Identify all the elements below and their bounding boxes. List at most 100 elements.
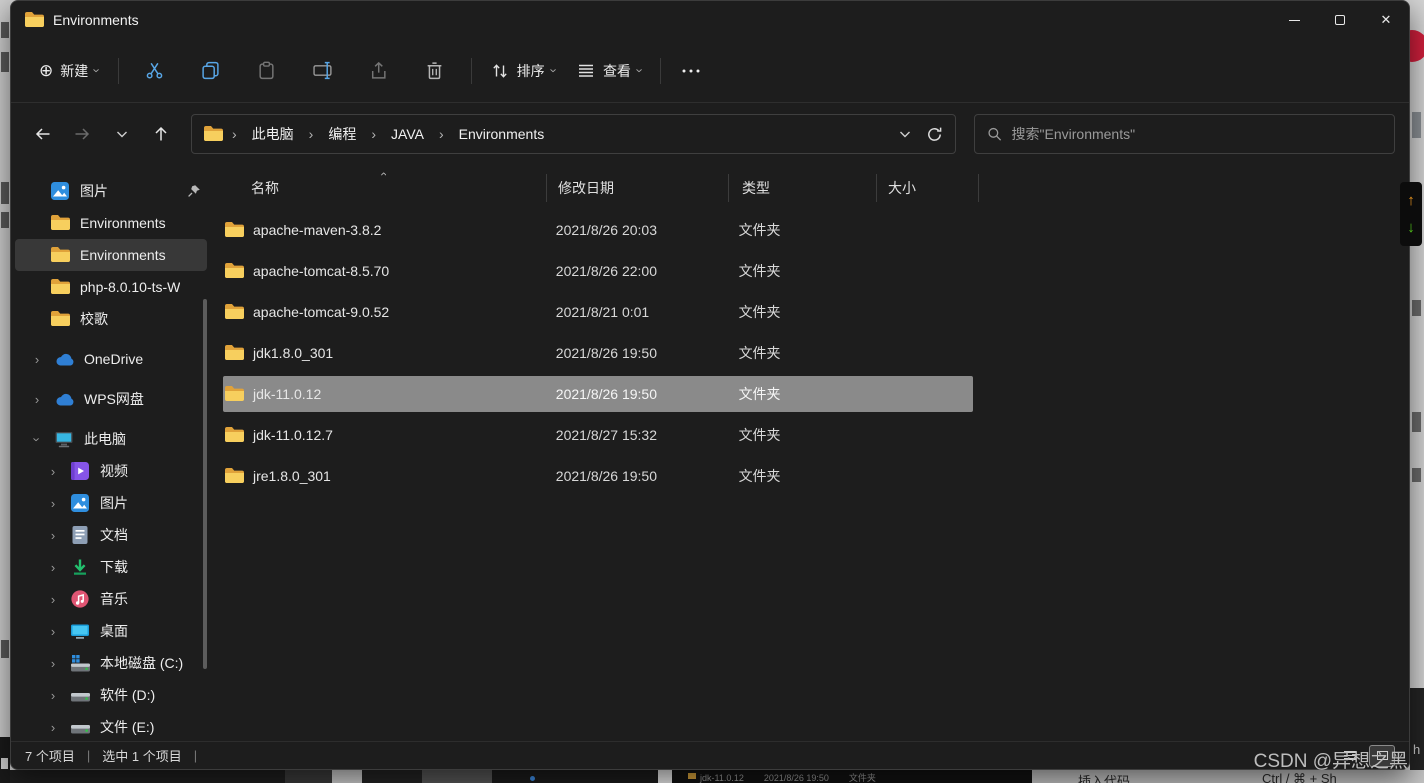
background-band <box>10 770 285 783</box>
copy-button[interactable] <box>183 52 239 90</box>
forward-button[interactable] <box>65 116 101 152</box>
watermark: CSDN @异想之黑 <box>1254 746 1408 773</box>
file-list: › 名称 修改日期 类型 大小 apache-maven-3.8.2 2021/… <box>211 167 1409 741</box>
sidebar-item-onedrive[interactable]: › OneDrive <box>15 343 207 375</box>
folder-icon <box>51 214 70 232</box>
command-bar: ⊕ 新建 › <box>11 39 1409 103</box>
sidebar-item-drive-e[interactable]: › 文件 (E:) <box>15 711 207 743</box>
file-row-jdk11-7[interactable]: jdk-11.0.12.7 2021/8/27 15:32 文件夹 <box>223 414 973 455</box>
chevron-right-icon[interactable]: › <box>45 688 61 703</box>
mini-folder-icon <box>688 773 696 779</box>
maximize-button[interactable] <box>1317 1 1363 39</box>
rename-button[interactable] <box>295 52 351 90</box>
scroll-down-icon[interactable]: ↓ <box>1407 220 1415 235</box>
sidebar-item-pictures[interactable]: › 图片 <box>15 487 207 519</box>
this-pc-icon <box>55 430 74 448</box>
sidebar-item-drive-d[interactable]: › 软件 (D:) <box>15 679 207 711</box>
sidebar-item-drive-c[interactable]: › 本地磁盘 (C:) <box>15 647 207 679</box>
videos-icon <box>71 462 90 480</box>
back-button[interactable] <box>25 116 61 152</box>
file-row-jre18[interactable]: jre1.8.0_301 2021/8/26 19:50 文件夹 <box>223 455 973 496</box>
folder-icon <box>225 468 244 484</box>
chevron-right-icon[interactable]: › <box>45 592 61 607</box>
folder-icon <box>204 126 223 142</box>
delete-button[interactable] <box>407 52 463 90</box>
scroll-widget: ↑ ↓ <box>1400 182 1422 246</box>
sidebar-item-downloads[interactable]: › 下载 <box>15 551 207 583</box>
new-button[interactable]: ⊕ 新建 › <box>29 53 110 89</box>
breadcrumb-this-pc[interactable]: 此电脑 <box>246 121 300 147</box>
file-row-jdk18[interactable]: jdk1.8.0_301 2021/8/26 19:50 文件夹 <box>223 332 973 373</box>
sidebar-scrollbar[interactable] <box>203 299 207 669</box>
paste-icon <box>257 61 276 80</box>
title-bar: Environments ✕ <box>11 1 1409 39</box>
column-divider[interactable] <box>546 174 547 202</box>
breadcrumb-environments[interactable]: Environments <box>453 123 551 145</box>
sidebar-item-environments-selected[interactable]: Environments <box>15 239 207 271</box>
file-row-apache-tomcat-8[interactable]: apache-tomcat-8.5.70 2021/8/26 22:00 文件夹 <box>223 250 973 291</box>
recent-locations-button[interactable] <box>104 116 140 152</box>
sidebar-item-desktop[interactable]: › 桌面 <box>15 615 207 647</box>
sidebar-item-xiaoge[interactable]: 校歌 <box>15 303 207 335</box>
selection-count: 选中 1 个项目 <box>102 746 181 765</box>
rename-icon <box>313 61 333 80</box>
sidebar-item-music[interactable]: › 音乐 <box>15 583 207 615</box>
sidebar-item-documents[interactable]: › 文档 <box>15 519 207 551</box>
chevron-down-icon: › <box>91 68 104 72</box>
chevron-right-icon[interactable]: › <box>45 560 61 575</box>
minimize-button[interactable] <box>1271 1 1317 39</box>
column-header-name[interactable]: 名称 <box>223 178 558 198</box>
sidebar-item-pictures-pinned[interactable]: 图片 <box>15 175 207 207</box>
chevron-right-icon[interactable]: › <box>29 392 45 407</box>
column-header-date[interactable]: 修改日期 <box>558 178 742 198</box>
close-button[interactable]: ✕ <box>1363 1 1409 39</box>
chevron-right-icon[interactable]: › <box>45 528 61 543</box>
column-header-size[interactable]: 大小 <box>888 178 978 198</box>
view-button[interactable]: 查看 › <box>566 53 652 89</box>
minimize-icon <box>1289 20 1300 21</box>
column-header-type[interactable]: 类型 <box>742 178 888 198</box>
sidebar-item-this-pc[interactable]: › 此电脑 <box>15 423 207 455</box>
more-button[interactable] <box>669 52 713 90</box>
refresh-icon[interactable] <box>926 126 943 143</box>
breadcrumb-coding[interactable]: 编程 <box>322 121 362 147</box>
breadcrumb-java[interactable]: JAVA <box>385 123 430 145</box>
sidebar-item-environments[interactable]: Environments <box>15 207 207 239</box>
window-controls: ✕ <box>1271 1 1409 39</box>
search-icon <box>987 126 1002 142</box>
chevron-right-icon[interactable]: › <box>45 720 61 735</box>
up-button[interactable] <box>144 116 180 152</box>
paste-button[interactable] <box>239 52 295 90</box>
breadcrumb-chevron-icon: › <box>436 126 447 142</box>
sidebar-item-php[interactable]: php-8.0.10-ts-W <box>15 271 207 303</box>
column-divider[interactable] <box>876 174 877 202</box>
background-mini-row: jdk-11.0.12 2021/8/26 19:50 文件夹 <box>672 770 1032 783</box>
sidebar-item-wps-cloud[interactable]: › WPS网盘 <box>15 383 207 415</box>
column-divider[interactable] <box>728 174 729 202</box>
background-insert-code-fragment: 插入代码 <box>1078 771 1130 783</box>
search-input[interactable] <box>1012 126 1382 142</box>
chevron-right-icon[interactable]: › <box>45 496 61 511</box>
view-label: 查看 <box>603 61 631 81</box>
sort-button[interactable]: 排序 › <box>480 53 566 89</box>
address-bar[interactable]: › 此电脑 › 编程 › JAVA › Environments <box>191 114 956 154</box>
column-divider[interactable] <box>978 174 979 202</box>
list-header: › 名称 修改日期 类型 大小 <box>223 167 1409 209</box>
cut-button[interactable] <box>127 52 183 90</box>
scroll-up-icon[interactable]: ↑ <box>1407 193 1415 208</box>
file-row-apache-tomcat-9[interactable]: apache-tomcat-9.0.52 2021/8/21 0:01 文件夹 <box>223 291 973 332</box>
chevron-right-icon[interactable]: › <box>45 624 61 639</box>
file-row-apache-maven[interactable]: apache-maven-3.8.2 2021/8/26 20:03 文件夹 <box>223 209 973 250</box>
folder-icon <box>51 278 70 296</box>
share-button[interactable] <box>351 52 407 90</box>
chevron-right-icon[interactable]: › <box>29 352 45 367</box>
sidebar-item-videos[interactable]: › 视频 <box>15 455 207 487</box>
chevron-down-icon[interactable]: › <box>30 431 45 447</box>
chevron-right-icon[interactable]: › <box>45 656 61 671</box>
content-area: 图片 Environments Environments php-8.0.10-… <box>11 167 1409 741</box>
address-dropdown-icon[interactable] <box>898 127 912 141</box>
breadcrumb-chevron-icon: › <box>368 126 379 142</box>
file-row-jdk11-selected[interactable]: jdk-11.0.12 2021/8/26 19:50 文件夹 <box>223 376 973 412</box>
search-box[interactable] <box>974 114 1395 154</box>
chevron-right-icon[interactable]: › <box>45 464 61 479</box>
